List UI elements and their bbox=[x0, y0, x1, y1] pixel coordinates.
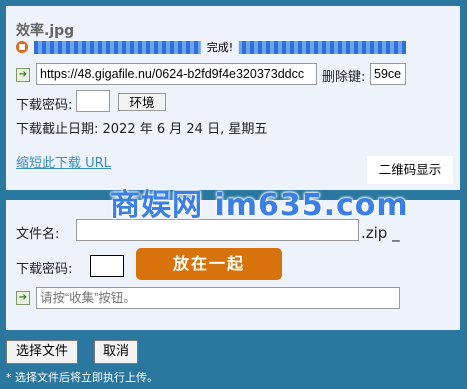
arrow-right-icon[interactable]: ➔ bbox=[16, 68, 30, 82]
download-password-field[interactable] bbox=[76, 90, 110, 112]
watermark-text: 商娱网 im635.com bbox=[110, 188, 409, 223]
upload-result-panel: 效率.jpg 完成! ➔ 删除键: 下载密码: 环境 下载截止日期: 2022 … bbox=[6, 6, 460, 190]
shorten-url-link[interactable]: 缩短此下载 URL bbox=[16, 152, 111, 171]
choose-file-button[interactable]: 选择文件 bbox=[6, 340, 78, 364]
filename-label: 文件名: bbox=[16, 227, 60, 242]
delete-key-field[interactable] bbox=[370, 63, 406, 85]
zip-suffix: .zip _ bbox=[361, 224, 400, 242]
form-password-field[interactable] bbox=[90, 255, 124, 277]
upload-note: * 选择文件后将立即执行上传。 bbox=[6, 371, 158, 384]
delete-key-label: 删除键: bbox=[322, 70, 366, 85]
download-url-field[interactable] bbox=[36, 63, 317, 85]
env-button[interactable]: 环境 bbox=[118, 93, 166, 111]
form-password-label: 下载密码: bbox=[16, 262, 73, 277]
uploaded-file-name: 效率.jpg bbox=[16, 23, 75, 39]
expiry-date-text: 下载截止日期: 2022 年 6 月 24 日, 星期五 bbox=[16, 122, 268, 137]
stop-icon[interactable] bbox=[16, 41, 28, 53]
put-together-button[interactable]: 放在一起 bbox=[136, 248, 282, 280]
download-password-label: 下载密码: bbox=[16, 98, 73, 113]
upload-progress-bar: 完成! bbox=[34, 41, 406, 54]
progress-label: 完成! bbox=[200, 41, 240, 54]
collect-field[interactable] bbox=[36, 287, 400, 309]
cancel-button[interactable]: 取消 bbox=[94, 340, 138, 364]
arrow-right-icon[interactable]: ➔ bbox=[16, 291, 30, 305]
